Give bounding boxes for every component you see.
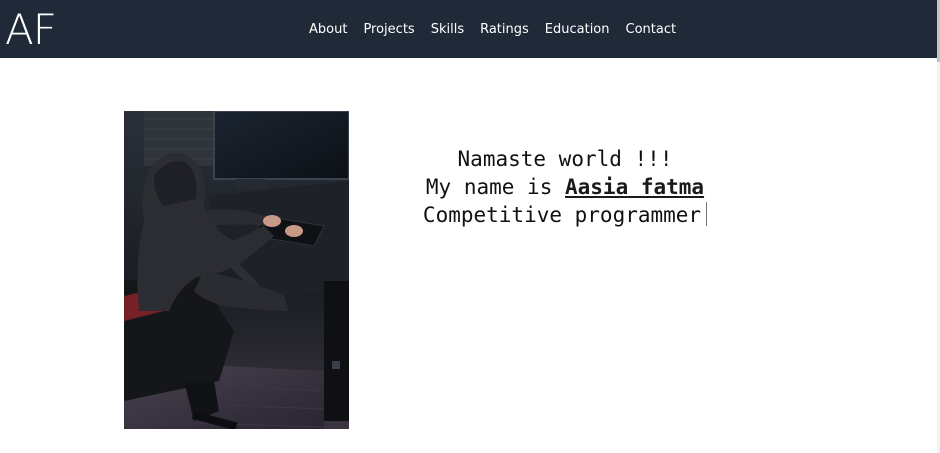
role: Competitive programmer [422,203,702,227]
nav-links: About Projects Skills Ratings Education … [309,21,676,39]
intro: Namaste world !!! My name is Aasia fatma… [400,145,730,229]
name: Aasia fatma [565,175,705,199]
nav-link-education[interactable]: Education [545,21,610,39]
greeting: Namaste world !!! [457,147,673,171]
nav-link-ratings[interactable]: Ratings [480,21,529,39]
nav-link-contact[interactable]: Contact [626,21,677,39]
role-line: Competitive programmer [400,201,730,229]
navbar: AF About Projects Skills Ratings Educati… [0,0,937,58]
logo[interactable]: AF [5,6,57,54]
name-prefix: My name is [425,175,553,199]
typing-cursor [706,202,708,226]
name-line: My name is Aasia fatma [400,173,730,201]
hero-photo [124,111,349,429]
nav-link-projects[interactable]: Projects [363,21,414,39]
nav-link-skills[interactable]: Skills [431,21,464,39]
nav-link-about[interactable]: About [309,21,347,39]
